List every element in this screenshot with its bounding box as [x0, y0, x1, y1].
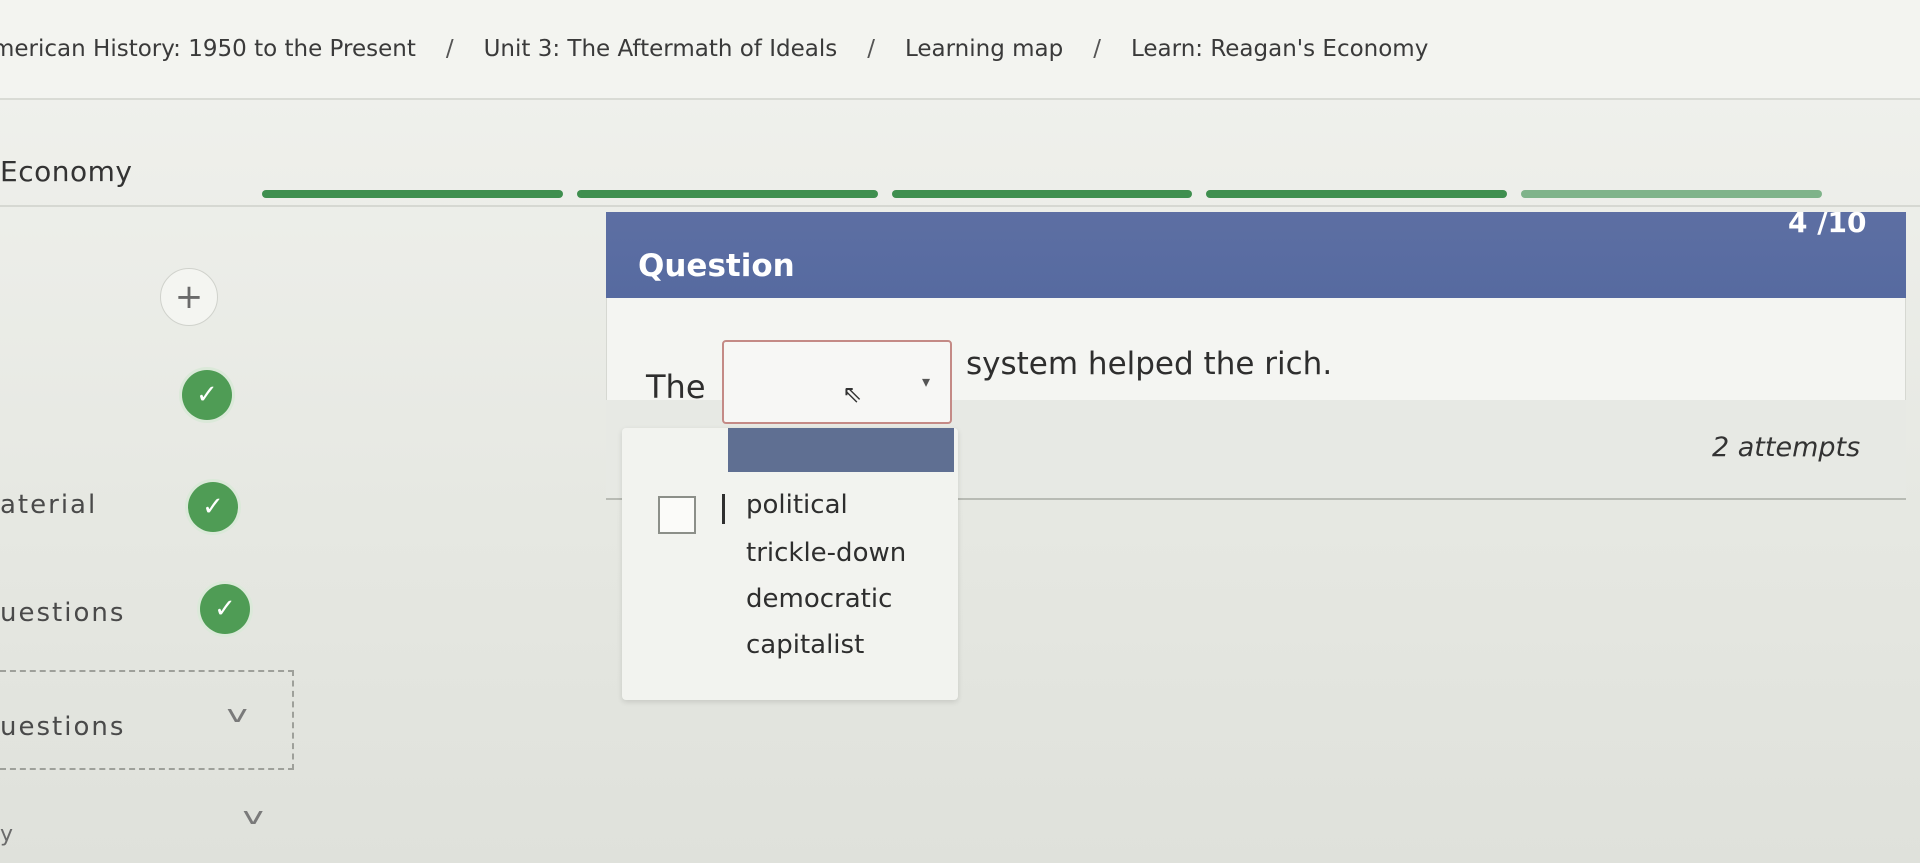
sidebar-item-questions[interactable]: uestions	[0, 598, 125, 628]
dropdown-option-trickle-down[interactable]: trickle-down	[746, 538, 906, 568]
add-button[interactable]: +	[160, 268, 218, 326]
sidebar-item-questions-expand[interactable]: uestions	[0, 712, 125, 742]
app-page: merican History: 1950 to the Present / U…	[0, 0, 1920, 863]
caret-down-icon: ▾	[921, 372, 930, 391]
question-header: Question	[606, 212, 1906, 298]
attempts-counter: 2 attempts	[1712, 432, 1861, 463]
sidebar-item-partial: y	[0, 822, 14, 847]
text-cursor	[722, 494, 725, 524]
progress-segment	[576, 190, 878, 198]
dropdown-option-capitalist[interactable]: capitalist	[746, 630, 864, 660]
breadcrumb-separator: /	[1093, 36, 1101, 62]
page-title: Economy	[0, 155, 133, 188]
progress-segment	[262, 190, 563, 198]
dropdown-highlight	[728, 428, 954, 472]
breadcrumb: merican History: 1950 to the Present / U…	[0, 0, 1920, 100]
breadcrumb-separator: /	[867, 36, 875, 62]
mouse-pointer-icon: ⇖	[842, 380, 863, 408]
chevron-down-icon[interactable]: v	[242, 802, 263, 830]
progress-segment	[891, 190, 1193, 198]
progress-segment	[1206, 190, 1508, 198]
sentence-end: system helped the rich.	[966, 346, 1333, 382]
breadcrumb-separator: /	[445, 36, 454, 62]
dropdown-checkbox[interactable]	[658, 496, 696, 534]
breadcrumb-learning-map[interactable]: Learning map	[905, 36, 1063, 62]
sidebar-item-material[interactable]: aterial	[0, 490, 97, 520]
answer-dropdown[interactable]: ▾ ⇖	[722, 340, 952, 424]
question-label: Question	[638, 248, 795, 284]
progress-bar	[262, 190, 1822, 202]
check-icon: ✓	[200, 584, 250, 634]
progress-segment	[1521, 190, 1822, 198]
breadcrumb-lesson[interactable]: Learn: Reagan's Economy	[1131, 36, 1428, 62]
check-icon: ✓	[188, 482, 238, 532]
chevron-down-icon[interactable]: v	[226, 700, 247, 728]
breadcrumb-course[interactable]: merican History: 1950 to the Present	[0, 36, 416, 62]
title-divider	[0, 205, 1920, 207]
sentence-start: The	[646, 368, 706, 406]
dropdown-option-democratic[interactable]: democratic	[746, 584, 892, 614]
check-icon: ✓	[182, 370, 232, 420]
question-counter: 4 /10	[1788, 206, 1867, 239]
breadcrumb-unit[interactable]: Unit 3: The Aftermath of Ideals	[484, 36, 838, 62]
dropdown-option-political[interactable]: political	[746, 490, 848, 520]
